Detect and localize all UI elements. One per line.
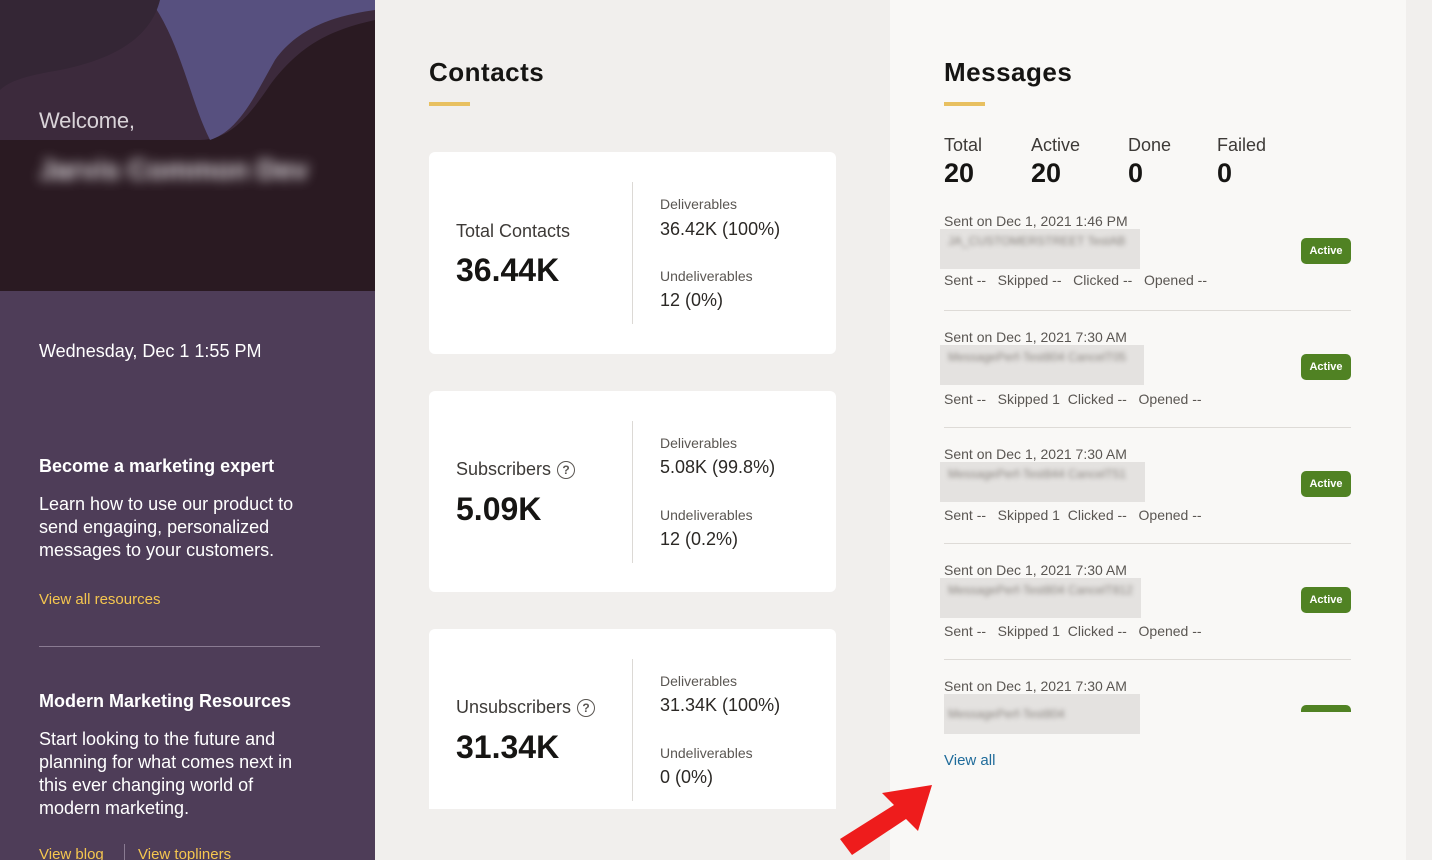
message-separator xyxy=(944,310,1351,311)
message-separator xyxy=(944,543,1351,544)
contacts-title-underline xyxy=(429,102,470,106)
sidebar-divider xyxy=(39,646,320,647)
view-blog-link[interactable]: View blog xyxy=(39,846,104,860)
undeliverables-value: 12 (0.2%) xyxy=(660,529,739,549)
marketing-expert-heading: Become a marketing expert xyxy=(39,456,275,476)
marketing-expert-text: Learn how to use our product to send eng… xyxy=(39,494,294,560)
messages-title-underline xyxy=(944,102,985,106)
deliverables-label: Deliverables xyxy=(660,196,738,212)
status-badge: Active xyxy=(1301,354,1351,380)
total-contacts-label: Total Contacts xyxy=(456,221,571,241)
card-divider xyxy=(632,182,633,324)
undeliverables-label: Undeliverables xyxy=(660,507,753,523)
status-badge: Active xyxy=(1301,471,1351,497)
scroll-clip-mask xyxy=(1300,712,1360,736)
total-contacts-card[interactable]: Total Contacts 36.44K Deliverables 36.42… xyxy=(429,152,836,354)
modern-marketing-heading: Modern Marketing Resources xyxy=(39,691,292,711)
message-name[interactable]: MessagePerf-Test804 CancelT812 xyxy=(940,578,1141,618)
deliverables-value: 36.42K (100%) xyxy=(660,219,781,239)
stat-done-value: 0 xyxy=(1128,158,1144,188)
undeliverables-label: Undeliverables xyxy=(660,268,753,284)
undeliverables-value: 0 (0%) xyxy=(660,767,714,787)
stat-active-value: 20 xyxy=(1031,158,1062,188)
message-item[interactable]: Sent on Dec 1, 2021 7:30 AM MessagePerf-… xyxy=(940,446,1351,544)
messages-title: Messages xyxy=(944,57,1073,87)
status-badge: Active xyxy=(1301,238,1351,264)
message-separator xyxy=(944,659,1351,660)
message-date: Sent on Dec 1, 2021 7:30 AM xyxy=(944,562,1127,578)
card-divider xyxy=(632,421,633,563)
undeliverables-label: Undeliverables xyxy=(660,745,753,761)
message-date: Sent on Dec 1, 2021 7:30 AM xyxy=(944,678,1127,694)
sidebar: Welcome, Jarvis Common Dev Wednesday, De… xyxy=(0,0,375,860)
message-stats: Sent -- Skipped -- Clicked -- Opened -- xyxy=(944,272,1207,288)
unsubscribers-label: Unsubscribers xyxy=(456,697,572,717)
welcome-label: Welcome, xyxy=(39,108,135,133)
help-icon[interactable]: ? xyxy=(577,699,596,717)
unsubscribers-card[interactable]: Unsubscribers? 31.34K Deliverables 31.34… xyxy=(429,629,836,809)
status-badge: Active xyxy=(1301,587,1351,613)
stat-failed-label: Failed xyxy=(1217,135,1267,155)
message-name-text: MessagePerf-Test804 CancelT812 xyxy=(948,583,1133,597)
message-date: Sent on Dec 1, 2021 7:30 AM xyxy=(944,446,1127,462)
stat-active-label: Active xyxy=(1031,135,1081,155)
view-all-resources-link[interactable]: View all resources xyxy=(39,591,160,608)
current-datetime: Wednesday, Dec 1 1:55 PM xyxy=(39,341,262,361)
message-name-text: MessagePerf-Test804 xyxy=(948,707,1065,721)
message-name[interactable]: MessagePerf-Test804 CancelT05 xyxy=(940,345,1144,385)
view-all-messages-link[interactable]: View all xyxy=(944,752,995,769)
view-topliners-link[interactable]: View topliners xyxy=(138,846,231,860)
total-contacts-value: 36.44K xyxy=(456,252,560,288)
message-name-text: MessagePerf-Test844 CancelT51 xyxy=(948,467,1127,481)
undeliverables-value: 12 (0%) xyxy=(660,290,724,310)
message-name[interactable]: MessagePerf-Test844 CancelT51 xyxy=(940,462,1145,502)
message-date: Sent on Dec 1, 2021 1:46 PM xyxy=(944,213,1128,229)
subscribers-label: Subscribers xyxy=(456,459,552,479)
unsubscribers-label-row: Unsubscribers? xyxy=(456,697,596,718)
subscribers-card[interactable]: Subscribers? 5.09K Deliverables 5.08K (9… xyxy=(429,391,836,592)
message-stats: Sent -- Skipped 1 Clicked -- Opened -- xyxy=(944,391,1202,407)
message-stats: Sent -- Skipped 1 Clicked -- Opened -- xyxy=(944,623,1202,639)
message-item[interactable]: Sent on Dec 1, 2021 7:30 AM MessagePerf-… xyxy=(944,678,1351,734)
modern-marketing-text: Start looking to the future and planning… xyxy=(39,729,293,818)
message-name[interactable]: MessagePerf-Test804 xyxy=(944,694,1140,734)
deliverables-label: Deliverables xyxy=(660,435,738,451)
hero-wave-graphic xyxy=(0,0,375,140)
link-separator xyxy=(124,844,125,860)
stat-failed-value: 0 xyxy=(1217,158,1233,188)
message-date: Sent on Dec 1, 2021 7:30 AM xyxy=(944,329,1127,345)
deliverables-label: Deliverables xyxy=(660,673,738,689)
user-name: Jarvis Common Dev xyxy=(39,154,309,185)
subscribers-value: 5.09K xyxy=(456,491,542,527)
subscribers-label-row: Subscribers? xyxy=(456,459,576,480)
message-name[interactable]: JA_CUSTOMERSTREET TestAB xyxy=(940,229,1140,269)
stat-total-label: Total xyxy=(944,135,983,155)
annotation-arrow-icon xyxy=(840,785,932,855)
deliverables-value: 5.08K (99.8%) xyxy=(660,457,776,477)
message-name-text: JA_CUSTOMERSTREET TestAB xyxy=(948,234,1126,248)
message-item[interactable]: Sent on Dec 1, 2021 7:30 AM MessagePerf-… xyxy=(940,562,1351,660)
message-item[interactable]: Sent on Dec 1, 2021 7:30 AM MessagePerf-… xyxy=(940,329,1351,428)
message-item[interactable]: Sent on Dec 1, 2021 1:46 PM JA_CUSTOMERS… xyxy=(940,213,1351,311)
stat-done-label: Done xyxy=(1128,135,1172,155)
help-icon[interactable]: ? xyxy=(557,461,576,479)
message-stats: Sent -- Skipped 1 Clicked -- Opened -- xyxy=(944,507,1202,523)
unsubscribers-value: 31.34K xyxy=(456,729,560,765)
right-gutter xyxy=(1406,0,1432,860)
stat-total-value: 20 xyxy=(944,158,975,188)
welcome-hero: Welcome, Jarvis Common Dev xyxy=(0,0,375,291)
message-name-text: MessagePerf-Test804 CancelT05 xyxy=(948,350,1127,364)
message-separator xyxy=(944,427,1351,428)
contacts-title: Contacts xyxy=(429,57,545,87)
deliverables-value: 31.34K (100%) xyxy=(660,695,781,715)
card-divider xyxy=(632,659,633,801)
